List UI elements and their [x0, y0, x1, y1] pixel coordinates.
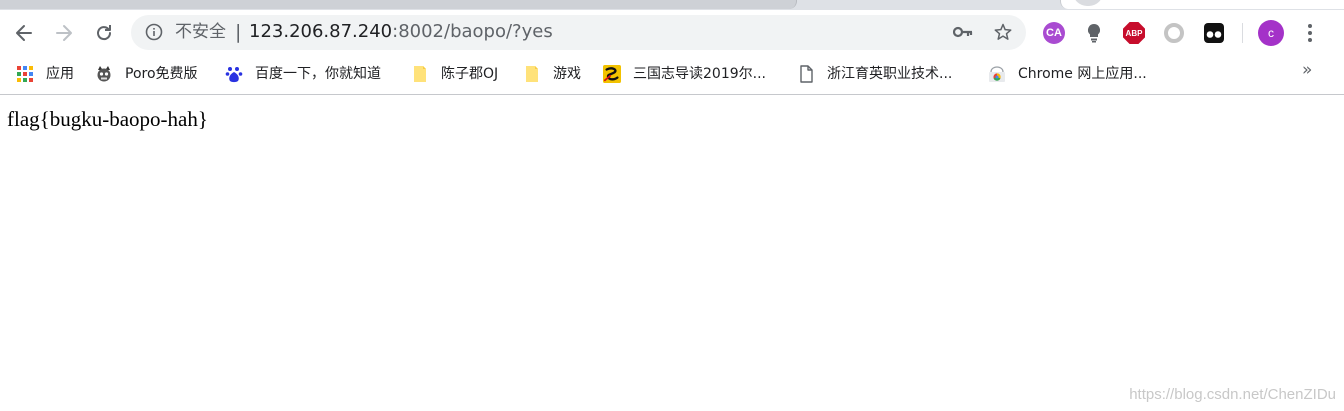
info-icon[interactable]	[145, 23, 163, 41]
bookmark-folder-oj[interactable]: 陈子郡OJ	[411, 63, 498, 85]
reload-button[interactable]	[89, 18, 119, 48]
tab-favicon	[1073, 0, 1103, 6]
browser-toolbar: 不安全 | 123.206.87.240:8002/baopo/?yes CA …	[0, 10, 1344, 56]
more-vert-icon[interactable]	[1300, 22, 1320, 44]
url-path: :8002/baopo/?yes	[392, 21, 553, 42]
security-separator: |	[235, 21, 242, 43]
page-body-text: flag{bugku-baopo-hah}	[7, 107, 208, 131]
apps-grid-icon	[17, 66, 33, 82]
page-content: flag{bugku-baopo-hah} https://blog.csdn.…	[0, 95, 1344, 411]
bookmark-label: 三国志导读2019尔...	[633, 66, 766, 82]
bookmark-poro[interactable]: Poro免费版	[95, 63, 198, 85]
bookmarks-overflow-button[interactable]: »	[1302, 60, 1312, 80]
bookmark-label: 应用	[46, 66, 74, 82]
folder-icon	[526, 66, 538, 82]
tampermonkey-icon	[1204, 23, 1224, 43]
bookmark-label: Chrome 网上应用...	[1018, 66, 1147, 82]
bookmark-baidu[interactable]: 百度一下，你就知道	[225, 63, 381, 85]
url-text[interactable]: 123.206.87.240:8002/baopo/?yes	[249, 22, 553, 42]
bookmark-label: 百度一下，你就知道	[255, 66, 381, 82]
star-icon[interactable]	[993, 22, 1013, 42]
back-button[interactable]	[9, 18, 39, 48]
baidu-paw-icon	[225, 67, 243, 83]
poro-icon	[97, 66, 111, 82]
lightbulb-icon	[1087, 23, 1101, 43]
active-tab[interactable]	[0, 0, 797, 9]
bookmark-label: Poro免费版	[125, 66, 198, 82]
back-arrow-icon	[16, 25, 32, 41]
forward-arrow-icon	[56, 25, 72, 41]
browser-window: 不安全 | 123.206.87.240:8002/baopo/?yes CA …	[0, 0, 1344, 411]
tampermonkey-extension-icon[interactable]	[1203, 22, 1225, 44]
bookmark-label: 游戏	[553, 66, 581, 82]
ca-extension-icon[interactable]: CA	[1043, 22, 1065, 44]
bookmark-apps[interactable]: 应用	[16, 63, 74, 85]
sanguo-icon	[603, 65, 621, 83]
bookmark-zhejiang[interactable]: 浙江育英职业技术...	[797, 63, 952, 85]
security-status[interactable]: 不安全	[175, 23, 226, 42]
url-host: 123.206.87.240	[249, 21, 393, 42]
bookmark-label: 浙江育英职业技术...	[827, 66, 953, 82]
bookmark-folder-games[interactable]: 游戏	[523, 63, 581, 85]
key-icon[interactable]	[953, 24, 973, 40]
ring-icon	[1164, 23, 1184, 43]
inactive-tab[interactable]	[1060, 0, 1344, 9]
bookmark-label: 陈子郡OJ	[441, 66, 499, 82]
address-bar[interactable]: 不安全 | 123.206.87.240:8002/baopo/?yes	[131, 15, 1026, 50]
lightbulb-extension-icon[interactable]	[1083, 22, 1105, 44]
ring-extension-icon[interactable]	[1163, 22, 1185, 44]
bookmark-sanguo[interactable]: 三国志导读2019尔...	[603, 63, 766, 85]
adblock-plus-icon[interactable]: ABP	[1123, 22, 1145, 44]
reload-icon	[97, 25, 112, 41]
tab-strip	[0, 0, 1344, 10]
page-icon	[800, 65, 813, 83]
toolbar-divider	[1242, 23, 1243, 43]
bookmarks-bar: 应用 Poro免费版 百度一下，你就知道 陈子郡OJ 游戏 三国志导读2019尔…	[0, 56, 1344, 95]
profile-avatar[interactable]: c	[1258, 20, 1284, 46]
folder-icon	[414, 66, 426, 82]
forward-button[interactable]	[49, 18, 79, 48]
watermark-text: https://blog.csdn.net/ChenZIDu	[1129, 386, 1336, 403]
chrome-webstore-icon	[989, 66, 1005, 82]
bookmark-chrome-webstore[interactable]: Chrome 网上应用...	[988, 63, 1147, 85]
